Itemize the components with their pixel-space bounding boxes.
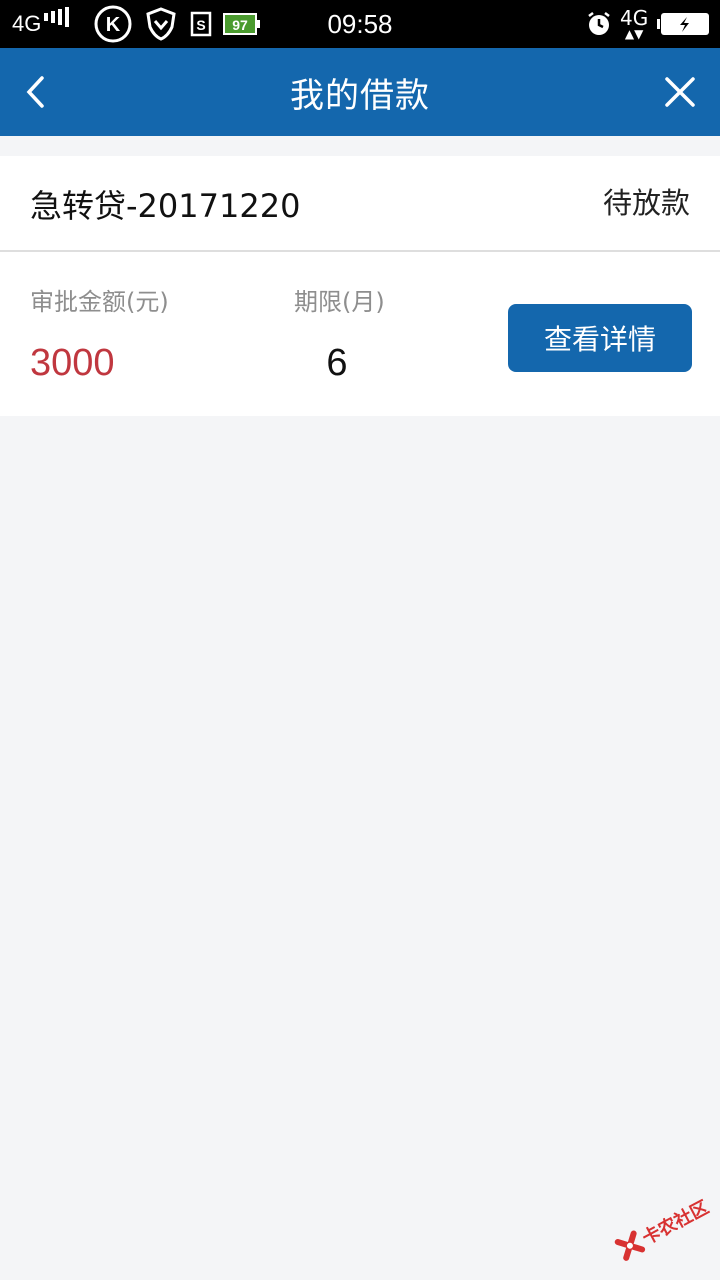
svg-text:97: 97 bbox=[232, 17, 248, 33]
network-type-right: 4G ▲▼ bbox=[620, 0, 648, 48]
close-button[interactable] bbox=[660, 72, 700, 112]
sim-icon: S bbox=[190, 0, 212, 48]
view-details-button[interactable]: 查看详情 bbox=[508, 304, 692, 372]
approved-amount-label: 审批金额(元) bbox=[30, 288, 169, 316]
data-arrows-icon: ▲▼ bbox=[624, 27, 644, 41]
close-icon bbox=[665, 77, 695, 107]
network-type-right-label: 4G bbox=[620, 6, 649, 30]
term-label: 期限(月) bbox=[294, 288, 385, 316]
chevron-left-icon bbox=[26, 76, 44, 108]
signal-icon bbox=[44, 0, 69, 48]
k-app-icon: K bbox=[94, 0, 132, 48]
loan-status: 待放款 bbox=[602, 186, 690, 220]
navigation-bar: 我的借款 bbox=[0, 48, 720, 136]
status-bar: 4G K S 97 09:58 4G ▲▼ bbox=[0, 0, 720, 48]
network-type-label: 4G bbox=[12, 11, 42, 36]
svg-text:K: K bbox=[106, 14, 121, 36]
term-value: 6 bbox=[326, 342, 348, 384]
loan-card-header: 急转贷-20171220 待放款 bbox=[0, 156, 720, 252]
battery-app-icon: 97 bbox=[223, 0, 261, 48]
watermark-text: 卡农社区 bbox=[638, 1196, 713, 1250]
svg-text:S: S bbox=[196, 17, 205, 33]
loan-card: 急转贷-20171220 待放款 审批金额(元) 期限(月) 3000 6 查看… bbox=[0, 156, 720, 416]
page-title: 我的借款 bbox=[290, 75, 430, 116]
loan-name: 急转贷-20171220 bbox=[30, 187, 301, 225]
battery-icon bbox=[656, 0, 712, 48]
shield-icon bbox=[146, 0, 176, 48]
alarm-icon bbox=[586, 0, 612, 48]
watermark: 卡农社区 bbox=[604, 1174, 720, 1279]
back-button[interactable] bbox=[14, 70, 58, 114]
approved-amount-value: 3000 bbox=[30, 342, 115, 384]
